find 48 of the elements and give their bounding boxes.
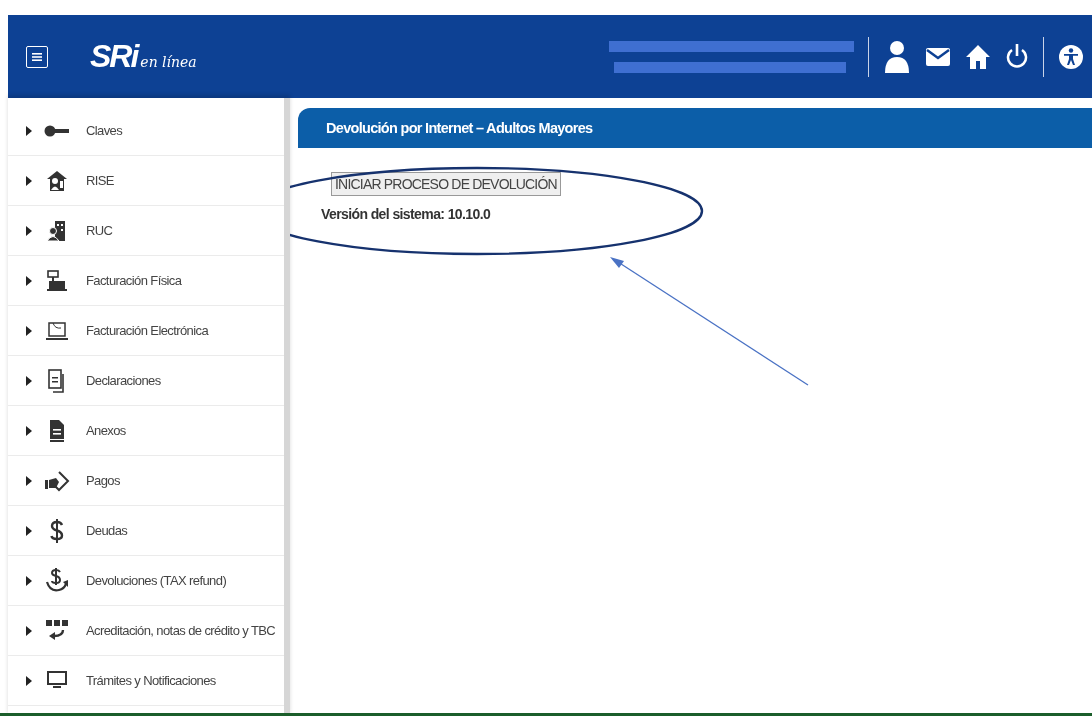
sidebar-item[interactable]: Facturación Electrónica <box>8 306 284 356</box>
mail-icon[interactable] <box>925 46 951 67</box>
menu-icon <box>30 50 44 63</box>
dollar-return-icon <box>44 567 70 594</box>
hand-card-icon <box>44 469 70 492</box>
caret-icon <box>26 125 32 136</box>
caret-icon <box>26 525 32 536</box>
sidebar-item[interactable]: RISE <box>8 156 284 206</box>
sidebar-item[interactable]: Anexos <box>8 406 284 456</box>
version-text: Versión del sistema: 10.10.0 <box>321 206 491 222</box>
cards-exchange-icon <box>45 618 69 643</box>
power-icon[interactable] <box>1005 42 1029 71</box>
dollar-icon <box>49 517 65 544</box>
sidebar-item[interactable]: Acreditación, notas de crédito y TBC <box>8 606 284 656</box>
caret-icon <box>26 575 32 586</box>
caret-icon <box>26 225 32 236</box>
laptop-icon <box>45 319 69 342</box>
logo-brand: SRi <box>90 38 138 75</box>
caret-icon <box>26 325 32 336</box>
home-icon[interactable] <box>965 43 991 70</box>
sidebar-item[interactable]: Claves <box>8 106 284 156</box>
sidebar-item[interactable]: Declaraciones <box>8 356 284 406</box>
menu-button[interactable] <box>26 45 48 68</box>
sidebar-item[interactable]: Deudas <box>8 506 284 556</box>
caret-icon <box>26 675 32 686</box>
caret-icon <box>26 475 32 486</box>
building-person-icon <box>47 219 67 242</box>
documents-icon <box>48 368 66 393</box>
sidebar-item[interactable]: Devoluciones (TAX refund) <box>8 556 284 606</box>
sidebar-item[interactable]: Facturación Física <box>8 256 284 306</box>
caret-icon <box>26 425 32 436</box>
sidebar-item[interactable]: RUC <box>8 206 284 256</box>
caret-icon <box>26 625 32 636</box>
document-icon <box>49 418 65 443</box>
start-button[interactable]: INICIAR PROCESO DE DEVOLUCIÓN <box>331 172 561 196</box>
user-icon[interactable] <box>883 38 911 75</box>
sidebar-item[interactable]: Pagos <box>8 456 284 506</box>
cash-register-icon <box>46 269 68 292</box>
sidebar-item[interactable]: Trámites y Notificaciones <box>8 656 284 706</box>
caret-icon <box>26 375 32 386</box>
panel-title: Devolución por Internet – Adultos Mayores <box>326 120 593 136</box>
caret-icon <box>26 175 32 186</box>
logo-tagline: en línea <box>140 54 197 70</box>
key-icon <box>44 124 70 137</box>
house-person-icon <box>46 169 68 192</box>
caret-icon <box>26 275 32 286</box>
accessibility-icon[interactable] <box>1058 43 1084 70</box>
monitor-icon <box>45 670 69 691</box>
